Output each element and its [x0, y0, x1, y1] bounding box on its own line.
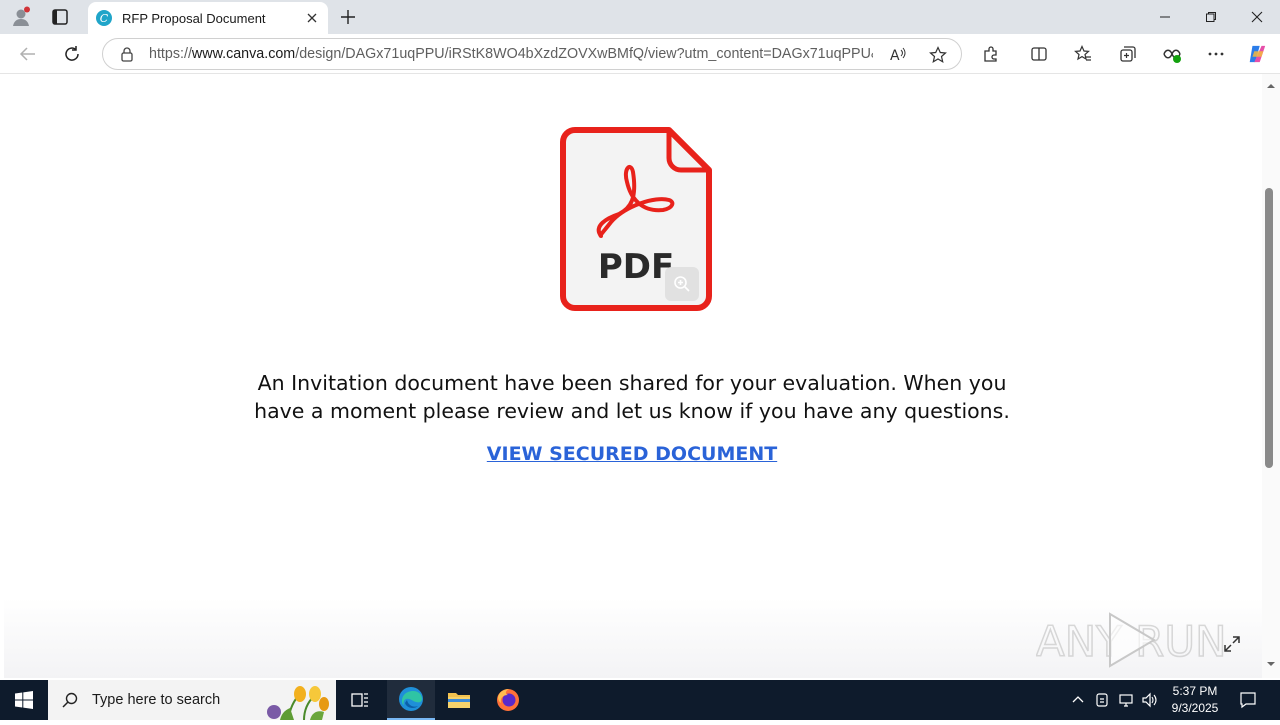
system-clock[interactable]: 5:37 PM 9/3/2025 — [1166, 683, 1224, 717]
expand-icon[interactable] — [1222, 634, 1242, 654]
more-icon[interactable] — [1206, 44, 1226, 64]
windows-start-icon[interactable] — [0, 680, 48, 720]
notifications-icon[interactable] — [1238, 690, 1258, 710]
read-aloud-icon[interactable]: A — [889, 46, 907, 64]
scrollbar-thumb[interactable] — [1265, 188, 1273, 468]
invitation-message: An Invitation document have been shared … — [254, 371, 1010, 423]
tab-active[interactable]: C RFP Proposal Document — [88, 2, 328, 34]
zoom-in-icon[interactable] — [665, 267, 699, 301]
tab-title: RFP Proposal Document — [122, 10, 266, 26]
copilot-icon[interactable] — [1247, 44, 1267, 64]
show-hidden-icons[interactable] — [1068, 690, 1088, 710]
favorites-icon[interactable] — [1073, 44, 1093, 64]
refresh-icon[interactable] — [62, 44, 82, 64]
network-icon[interactable] — [1116, 690, 1136, 710]
browser-toolbar: https://www.canva.com/design/DAGx71uqPPU… — [0, 34, 1280, 74]
volume-icon[interactable] — [1140, 690, 1160, 710]
profile-icon[interactable] — [10, 6, 32, 28]
collections-icon[interactable] — [1118, 44, 1138, 64]
close-tab-icon[interactable] — [304, 10, 320, 26]
firefox-icon[interactable] — [484, 680, 532, 720]
clock-time: 5:37 PM — [1172, 684, 1218, 698]
windows-taskbar: Type here to search 5:37 PM 9/3/2025 — [0, 680, 1280, 721]
svg-text:A: A — [890, 48, 900, 64]
task-view-icon[interactable] — [336, 680, 384, 720]
pdf-label: PDF — [598, 247, 674, 287]
minimize-icon[interactable] — [1156, 8, 1174, 26]
search-placeholder: Type here to search — [92, 692, 221, 708]
svg-text:C: C — [100, 12, 109, 25]
address-bar[interactable]: https://www.canva.com/design/DAGx71uqPPU… — [102, 38, 962, 70]
back-icon[interactable] — [18, 44, 38, 64]
edge-taskbar-icon[interactable] — [387, 680, 435, 720]
new-tab-icon[interactable] — [338, 7, 358, 27]
browser-titlebar: C RFP Proposal Document — [0, 0, 1280, 34]
split-screen-icon[interactable] — [1029, 44, 1049, 64]
page-content: PDF An Invitation document have been sha… — [4, 74, 1262, 678]
meet-now-icon[interactable] — [1092, 690, 1112, 710]
canva-favicon: C — [96, 10, 112, 26]
search-highlight-icon — [260, 682, 336, 721]
favorite-star-icon[interactable] — [929, 46, 947, 64]
extensions-icon[interactable] — [981, 44, 1001, 64]
close-window-icon[interactable] — [1248, 8, 1266, 26]
search-icon — [62, 692, 78, 708]
browser-essentials-icon[interactable] — [1162, 44, 1182, 64]
anyrun-watermark: ANY RUN — [1035, 608, 1236, 670]
lock-icon[interactable] — [119, 46, 135, 62]
clock-date: 9/3/2025 — [1171, 701, 1219, 715]
view-secured-document-link[interactable]: VIEW SECURED DOCUMENT — [444, 443, 820, 465]
restore-icon[interactable] — [1202, 8, 1220, 26]
url-text[interactable]: https://www.canva.com/design/DAGx71uqPPU… — [149, 46, 873, 62]
file-explorer-icon[interactable] — [435, 680, 483, 720]
tab-actions-icon[interactable] — [50, 7, 70, 27]
taskbar-search-box[interactable]: Type here to search — [48, 680, 336, 721]
